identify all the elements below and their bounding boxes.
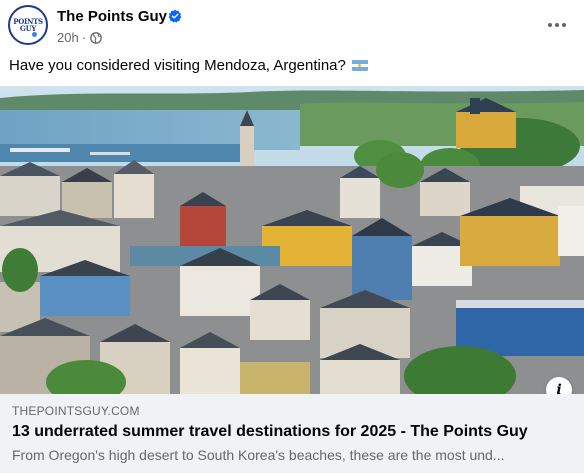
post-meta: 20h · <box>57 30 102 45</box>
post-timestamp[interactable]: 20h <box>57 30 79 45</box>
avatar-logo-dot <box>32 32 37 37</box>
meta-separator: · <box>81 30 87 45</box>
post-caption: Have you considered visiting Mendoza, Ar… <box>9 57 368 74</box>
more-dot <box>555 23 559 27</box>
globe-icon[interactable] <box>90 31 102 44</box>
more-dot <box>562 23 566 27</box>
page-avatar[interactable]: POINTS GUY <box>8 5 48 45</box>
link-title[interactable]: 13 underrated summer travel destinations… <box>12 423 528 441</box>
page-name-link[interactable]: The Points Guy <box>57 8 167 25</box>
aerial-town-photo <box>0 86 584 394</box>
link-domain: THEPOINTSGUY.COM <box>12 404 140 418</box>
verified-badge-icon <box>168 9 182 23</box>
more-options-icon[interactable] <box>546 14 568 36</box>
link-preview-card[interactable]: THEPOINTSGUY.COM 13 underrated summer tr… <box>0 394 584 473</box>
post-caption-text: Have you considered visiting Mendoza, Ar… <box>9 57 346 74</box>
link-description: From Oregon's high desert to South Korea… <box>12 447 505 463</box>
post-link-image[interactable] <box>0 86 584 394</box>
post-header: POINTS GUY The Points Guy 20h · <box>0 0 584 50</box>
argentina-flag-icon <box>351 60 368 71</box>
more-dot <box>548 23 552 27</box>
